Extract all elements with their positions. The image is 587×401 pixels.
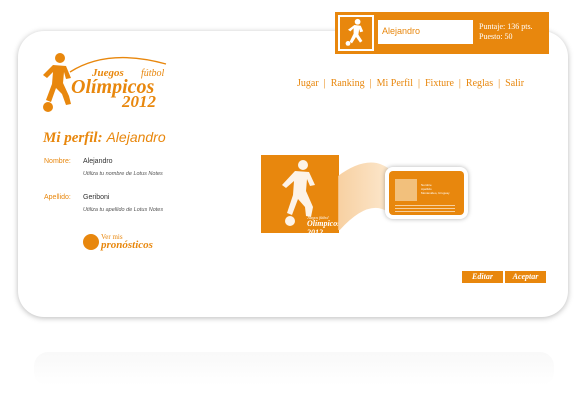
mini-card-body: Nombre Apellido Montevideo, Uruguay xyxy=(389,171,464,215)
rank-text: Puesto: 50 xyxy=(479,32,513,41)
user-avatar xyxy=(338,15,374,51)
logo-year: 2012 xyxy=(122,92,156,111)
nav-fixture[interactable]: Fixture xyxy=(425,78,454,89)
nav-reglas[interactable]: Reglas xyxy=(466,78,493,89)
mini-divider xyxy=(395,211,455,212)
ver-pronosticos-line2: pronósticos xyxy=(101,239,153,251)
apellido-hint: Utiliza tu apellido de Lotus Notes xyxy=(83,207,164,213)
nav-separator: | xyxy=(498,78,501,89)
nombre-label: Nombre: xyxy=(44,158,71,165)
card-reflection xyxy=(34,352,554,386)
edit-button[interactable]: Editar xyxy=(462,271,503,283)
apellido-value: Geriboni xyxy=(83,194,110,201)
mini-divider xyxy=(395,208,455,209)
page-title-name: Alejandro xyxy=(106,129,166,145)
mini-photo xyxy=(395,179,417,201)
logo[interactable]: Juegos fútbol Olímpicos 2012 xyxy=(38,52,168,112)
nav-mi-perfil[interactable]: Mi Perfil xyxy=(377,78,413,89)
nav-separator: | xyxy=(458,78,461,89)
mini-divider xyxy=(395,205,455,206)
mini-line-3: Montevideo, Uruguay xyxy=(421,191,450,195)
nav-separator: | xyxy=(369,78,372,89)
nav-salir[interactable]: Salir xyxy=(505,78,524,89)
page-title: Mi perfil: Alejandro xyxy=(43,129,166,147)
nav-ranking[interactable]: Ranking xyxy=(331,78,365,89)
nav-separator: | xyxy=(417,78,420,89)
nombre-value: Alejandro xyxy=(83,158,113,165)
profile-illustration: Juegos fútbol Olímpicos 2012 xyxy=(261,155,340,237)
nombre-hint: Utiliza tu nombre de Lotus Notes xyxy=(83,171,163,177)
mini-profile-card: Nombre Apellido Montevideo, Uruguay xyxy=(385,167,468,219)
mini-card-text: Nombre Apellido Montevideo, Uruguay xyxy=(421,183,450,195)
illustration-caption-big: Olímpicos 2012 xyxy=(307,219,341,237)
nav-jugar[interactable]: Jugar xyxy=(297,78,319,89)
page-title-label: Mi perfil: xyxy=(43,130,103,146)
main-nav: Jugar | Ranking | Mi Perfil | Fixture | Reglas | S… xyxy=(297,78,524,89)
user-stats: Puntaje: 136 pts. Puesto: 50 xyxy=(479,22,533,42)
user-bar: Alejandro Puntaje: 136 pts. Puesto: 50 xyxy=(335,12,549,54)
score-text: Puntaje: 136 pts. xyxy=(479,22,533,31)
accept-button[interactable]: Aceptar xyxy=(505,271,546,283)
apellido-label: Apellido: xyxy=(44,194,71,201)
ver-pronosticos-link[interactable]: Ver mis pronósticos xyxy=(83,232,163,254)
ball-icon xyxy=(83,234,99,250)
player-icon xyxy=(345,18,364,46)
username-field: Alejandro xyxy=(378,20,473,44)
nav-separator: | xyxy=(323,78,326,89)
